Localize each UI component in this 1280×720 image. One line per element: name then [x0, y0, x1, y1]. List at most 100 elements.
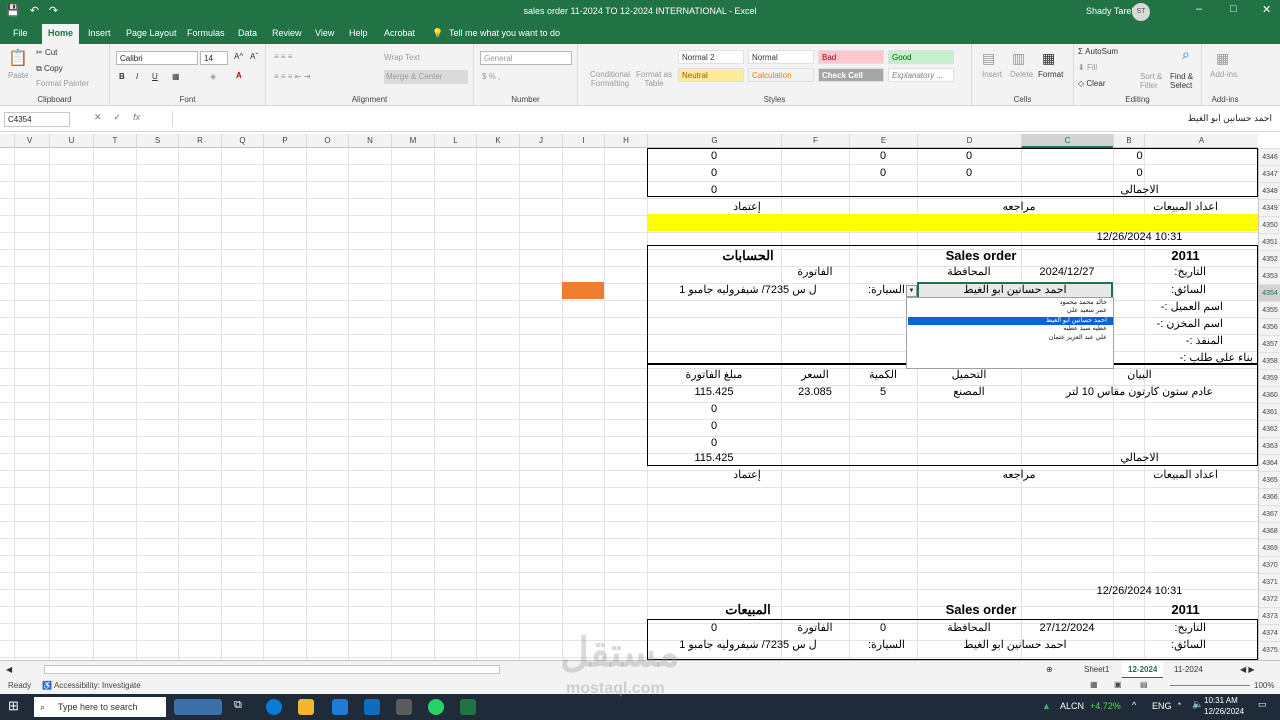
taskbar-search[interactable]: ⌕ Type here to search [34, 697, 166, 717]
autosum-button[interactable]: Σ AutoSum [1078, 47, 1118, 56]
tab-home[interactable]: Home [42, 24, 80, 44]
column-header[interactable]: M [391, 134, 434, 148]
column-header[interactable]: E [849, 134, 917, 148]
cell-driver-label-4375[interactable]: السائق: [1113, 637, 1206, 654]
cell-approve-4349[interactable]: إعتماد [647, 199, 847, 216]
cell-e4347[interactable]: 0 [849, 165, 917, 182]
tab-data[interactable]: Data [238, 28, 257, 38]
row-header[interactable]: 4347 [1259, 165, 1280, 182]
dropdown-option[interactable]: علي عبد العزيز عثمان [908, 334, 1113, 342]
conditional-formatting-button[interactable]: Conditional Formatting [586, 70, 634, 88]
cell-g4362[interactable]: 0 [647, 418, 781, 435]
column-header[interactable]: U [49, 134, 93, 148]
style-normal[interactable]: Normal [748, 50, 814, 64]
enter-icon[interactable]: ✓ [114, 112, 122, 123]
row-header[interactable]: 4357 [1259, 335, 1280, 352]
cell-sales-order-4352[interactable]: Sales order [849, 247, 1113, 264]
row-header[interactable]: 4348 [1259, 182, 1280, 199]
copy-button[interactable]: ⧉ Copy [36, 64, 63, 74]
fill-button[interactable]: ⬇ Fill [1078, 63, 1097, 72]
name-box[interactable]: C4354 [4, 112, 70, 127]
tab-help[interactable]: Help [349, 28, 368, 38]
row-header[interactable]: 4366 [1259, 488, 1280, 505]
formula-input[interactable]: احمد حسانين ابو الغيط [172, 111, 1276, 127]
row-header[interactable]: 4361 [1259, 403, 1280, 420]
dropdown-option[interactable]: خالد محمد محمود [908, 299, 1113, 307]
style-good[interactable]: Good [888, 50, 954, 64]
cell-province-4353[interactable]: المحافظة [917, 264, 1021, 281]
save-icon[interactable]: 💾 [6, 4, 20, 17]
find-select-button[interactable]: Find & Select [1170, 72, 1200, 90]
cell-factory-4360[interactable]: المصنع [917, 384, 1021, 401]
tab-view[interactable]: View [315, 28, 334, 38]
row-header[interactable]: 4362 [1259, 420, 1280, 437]
delete-cells-button[interactable]: Delete [1010, 70, 1033, 79]
tab-page-layout[interactable]: Page Layout [126, 28, 177, 38]
windows-start-icon[interactable]: ⊞ [8, 698, 19, 714]
cell-request-label-4358[interactable]: بناء على طلب :- [1113, 350, 1253, 367]
row-header[interactable]: 4355 [1259, 301, 1280, 318]
clear-button[interactable]: ◇ Clear [1078, 79, 1106, 88]
sheet-tab-sheet1[interactable]: Sheet1 [1078, 661, 1115, 679]
orange-cell[interactable] [562, 282, 604, 299]
notification-icon[interactable]: ▭ [1258, 699, 1267, 710]
merge-center-button[interactable]: Merge & Center [384, 70, 468, 84]
zoom-slider[interactable] [1170, 685, 1250, 686]
cell-e4346[interactable]: 0 [849, 148, 917, 165]
row-header[interactable]: 4368 [1259, 522, 1280, 539]
column-header[interactable]: B [1113, 134, 1144, 148]
cell-item-4360[interactable]: عادم ستون كارتون مقاس 10 لتر [1021, 384, 1258, 401]
addins-icon[interactable]: ▦ [1216, 50, 1229, 67]
cell-outlet-label-4357[interactable]: المنفذ :- [1113, 333, 1223, 350]
style-bad[interactable]: Bad [818, 50, 884, 64]
delete-cells-icon[interactable]: ▥ [1012, 50, 1025, 67]
cell-qty-val-4360[interactable]: 5 [849, 384, 917, 401]
cell-price-val-4360[interactable]: 23.085 [781, 384, 849, 401]
font-color-icon[interactable]: A [236, 71, 242, 80]
cell-sales-4373[interactable]: المبيعات [647, 601, 849, 618]
cell-review-4365[interactable]: مراجعه [917, 467, 1121, 484]
maximize-button[interactable]: □ [1230, 3, 1237, 15]
cell-datetime-4372[interactable]: 12/26/2024 10:31 [1021, 583, 1258, 600]
style-neutral[interactable]: Neutral [678, 68, 744, 82]
row-header[interactable]: 4367 [1259, 505, 1280, 522]
row-header[interactable]: 4360 [1259, 386, 1280, 403]
format-cells-button[interactable]: Format [1038, 70, 1063, 79]
column-header[interactable]: L [434, 134, 476, 148]
row-header[interactable]: 4349 [1259, 199, 1280, 216]
tab-formulas[interactable]: Formulas [187, 28, 225, 38]
cell-sales-count-4349[interactable]: اعداد المبيعات [1113, 199, 1258, 216]
align-left-icon[interactable]: ≡ ≡ ≡ ⇤ ⇥ [274, 72, 310, 81]
cancel-icon[interactable]: ✕ [94, 112, 102, 123]
row-header[interactable]: 4374 [1259, 624, 1280, 641]
row-header[interactable]: 4353 [1259, 267, 1280, 284]
close-button[interactable]: ✕ [1262, 3, 1271, 16]
cell-sales-count-4365[interactable]: اعداد المبيعات [1113, 467, 1258, 484]
cell-g4346[interactable]: 0 [647, 148, 781, 165]
bold-button[interactable]: B [119, 72, 125, 81]
tab-insert[interactable]: Insert [88, 28, 111, 38]
store-icon[interactable] [332, 699, 348, 715]
font-size-select[interactable]: 14 [200, 51, 228, 65]
dropdown-option-selected[interactable]: احمد حسانين ابو الغيط [908, 317, 1113, 325]
column-header[interactable]: J [519, 134, 562, 148]
shrink-font-icon[interactable]: Aˇ [250, 52, 258, 61]
cell-statement-4359[interactable]: البيان [1021, 367, 1258, 384]
row-header[interactable]: 4365 [1259, 471, 1280, 488]
column-header[interactable]: C [1021, 134, 1113, 148]
insert-cells-button[interactable]: Insert [982, 70, 1002, 79]
column-header[interactable]: F [781, 134, 849, 148]
cell-car-4354[interactable]: ل س 7235/ شيفروليه جامبو 1 [647, 282, 849, 299]
cell-sales-order-4373[interactable]: Sales order [849, 601, 1113, 618]
sort-filter-button[interactable]: Sort & Filter [1140, 72, 1166, 90]
cell-car-label-4354[interactable]: السيارة: [849, 282, 905, 299]
paste-button[interactable]: Paste [8, 71, 28, 80]
whatsapp-icon[interactable] [428, 699, 444, 715]
mail-icon[interactable] [364, 699, 380, 715]
minimize-button[interactable]: – [1196, 3, 1202, 15]
page-layout-icon[interactable]: ▣ [1114, 680, 1122, 689]
cell-date-4353[interactable]: 2024/12/27 [1021, 264, 1113, 281]
app-icon[interactable] [396, 699, 412, 715]
column-header[interactable]: A [1144, 134, 1258, 148]
cell-driver-label-4354[interactable]: السائق: [1113, 282, 1206, 299]
